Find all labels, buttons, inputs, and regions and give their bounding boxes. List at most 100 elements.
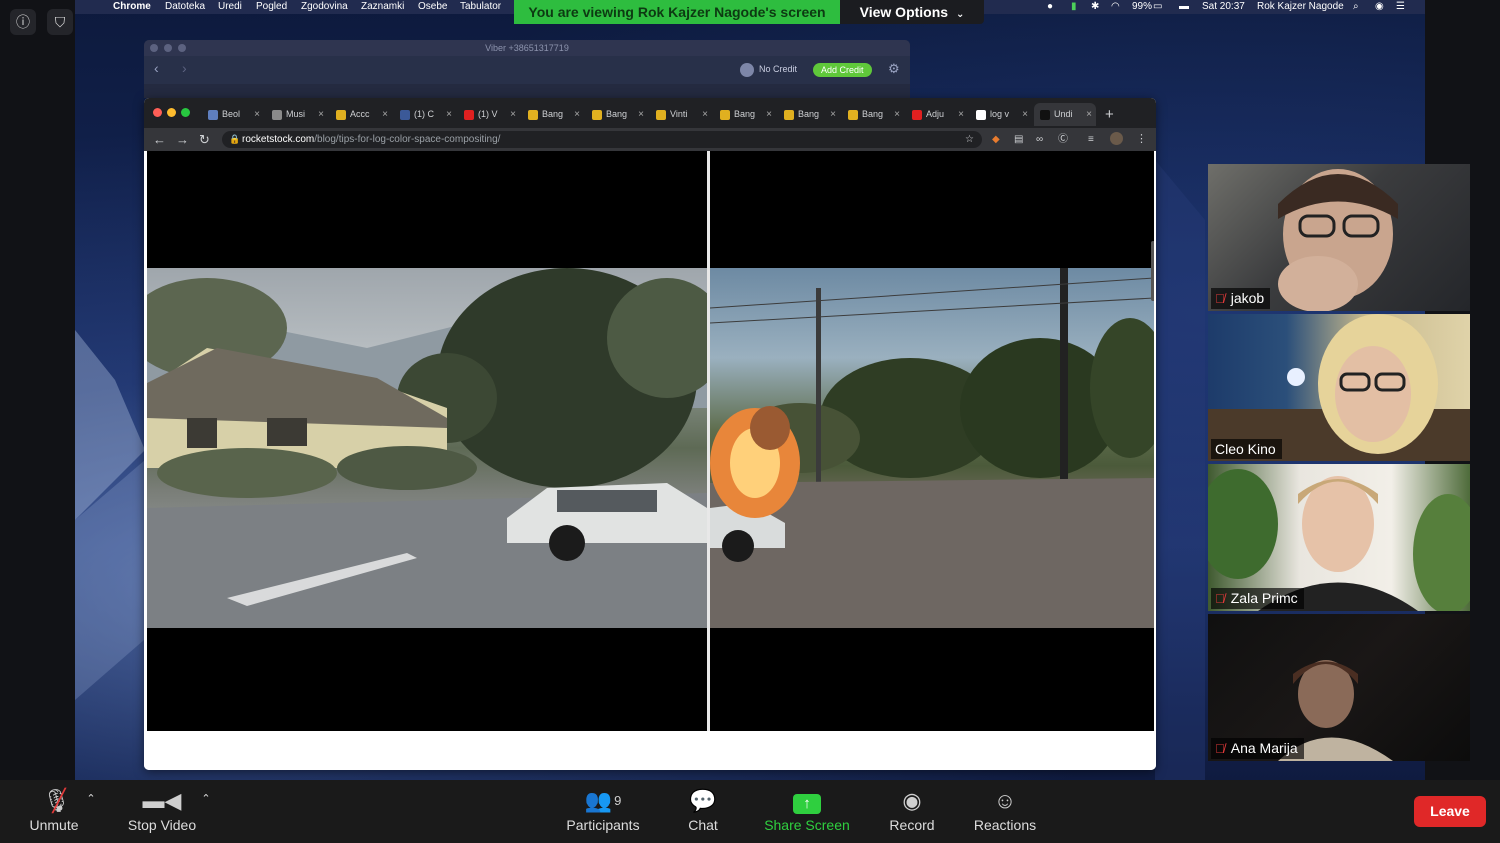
viber-back-icon[interactable]: ‹ <box>154 60 159 76</box>
browser-tab[interactable]: Bang × <box>714 103 776 126</box>
spotlight-search-icon[interactable]: ⌕ <box>1353 0 1359 14</box>
window-zoom-button[interactable] <box>181 108 190 117</box>
browser-tab[interactable]: Musi × <box>266 103 328 126</box>
stop-video-label: Stop Video <box>127 817 197 833</box>
participants-count: 9 <box>614 793 622 808</box>
stop-video-button[interactable]: ▬◀ Stop Video <box>120 786 204 834</box>
tab-close-icon[interactable]: × <box>894 103 900 126</box>
viber-settings-icon[interactable]: ⚙ <box>888 61 900 77</box>
tab-close-icon[interactable]: × <box>254 103 260 126</box>
tab-close-icon[interactable]: × <box>382 103 388 126</box>
bookmark-star-icon[interactable]: ☆ <box>965 131 974 148</box>
browser-tab[interactable]: Beol × <box>202 103 264 126</box>
tab-close-icon[interactable]: × <box>766 103 772 126</box>
notification-center-icon[interactable]: ☰ <box>1396 0 1405 14</box>
security-shield-icon[interactable]: ⛉ <box>47 9 73 35</box>
browser-tab[interactable]: Adju × <box>906 103 968 126</box>
record-button[interactable]: ◉ Record <box>884 786 940 834</box>
participant-name-tag: 🎙̸ jakob <box>1211 288 1271 309</box>
browser-tab[interactable]: Undi × <box>1034 103 1096 126</box>
window-close-button[interactable] <box>153 108 162 117</box>
lock-icon: 🔒 <box>229 134 241 144</box>
tab-close-icon[interactable]: × <box>1022 103 1028 126</box>
tab-label: Bang <box>606 109 628 119</box>
menu-item-bookmarks[interactable]: Zaznamki <box>361 0 404 14</box>
menubar-clock[interactable]: Sat 20:37 <box>1202 0 1245 14</box>
tab-close-icon[interactable]: × <box>318 103 324 126</box>
skype-tray-icon[interactable]: ● <box>1047 0 1053 14</box>
tab-close-icon[interactable]: × <box>702 103 708 126</box>
tab-favicon-icon <box>464 109 474 120</box>
menu-item-edit[interactable]: Uredi <box>218 0 242 14</box>
page-scrollbar[interactable] <box>1151 241 1154 301</box>
siri-icon[interactable]: ◉ <box>1375 0 1384 14</box>
viber-close-button[interactable] <box>150 44 158 52</box>
omnibar: ← → ↻ 🔒 rocketstock.com/blog/tips-for-lo… <box>144 128 1156 151</box>
browser-tab[interactable]: Accc × <box>330 103 392 126</box>
keyboard-flag-icon[interactable]: ▬ <box>1179 0 1189 14</box>
browser-tab[interactable]: Vinti × <box>650 103 712 126</box>
browser-tab[interactable]: Bang × <box>586 103 648 126</box>
leave-button[interactable]: Leave <box>1414 796 1486 827</box>
menubar-user[interactable]: Rok Kajzer Nagode <box>1257 0 1344 14</box>
browser-tab[interactable]: Bang × <box>778 103 840 126</box>
browser-menu-icon[interactable]: ⋮ <box>1136 130 1147 149</box>
chat-label: Chat <box>688 817 718 833</box>
menu-item-tab[interactable]: Tabulator <box>460 0 501 14</box>
back-arrow-icon[interactable]: ← <box>153 130 166 149</box>
viber-zoom-button[interactable] <box>178 44 186 52</box>
tab-close-icon[interactable]: × <box>638 103 644 126</box>
tab-close-icon[interactable]: × <box>958 103 964 126</box>
participant-tile[interactable]: 🎙̸ Ana Marija <box>1208 614 1470 761</box>
audio-options-chevron-icon[interactable]: ⌃ <box>84 792 98 805</box>
tab-close-icon[interactable]: × <box>574 103 580 126</box>
tray-app-icon[interactable]: ▮ <box>1071 0 1077 14</box>
chat-button[interactable]: 💬 Chat <box>682 786 724 834</box>
address-bar[interactable]: 🔒 rocketstock.com/blog/tips-for-log-colo… <box>222 131 982 148</box>
share-screen-button[interactable]: ↑ Share Screen <box>762 786 852 834</box>
bluetooth-icon[interactable]: ✱ <box>1091 0 1099 14</box>
menu-item-history[interactable]: Zgodovina <box>301 0 348 14</box>
media-controls-icon[interactable]: ≡ <box>1088 130 1094 149</box>
viber-minimize-button[interactable] <box>164 44 172 52</box>
browser-tab[interactable]: Bang × <box>842 103 904 126</box>
tab-close-icon[interactable]: × <box>1086 103 1092 126</box>
browser-tab[interactable]: log v × <box>970 103 1032 126</box>
viber-forward-icon[interactable]: › <box>182 60 187 76</box>
menu-item-people[interactable]: Osebe <box>418 0 447 14</box>
viber-add-credit-button[interactable]: Add Credit <box>813 63 872 77</box>
video-options-chevron-icon[interactable]: ⌃ <box>199 792 213 805</box>
participant-tile[interactable]: Cleo Kino <box>1208 314 1470 461</box>
menubar-app-name[interactable]: Chrome <box>113 0 151 14</box>
participant-tile[interactable]: 🎙̸ jakob <box>1208 164 1470 311</box>
reload-icon[interactable]: ↻ <box>199 130 210 149</box>
browser-tab[interactable]: (1) V × <box>458 103 520 126</box>
view-options-button[interactable]: View Options ⌄ <box>840 0 984 24</box>
browser-tab[interactable]: (1) C × <box>394 103 456 126</box>
extension-c-icon[interactable]: Ⓒ <box>1058 130 1068 149</box>
battery-icon[interactable]: ▭ <box>1153 0 1162 14</box>
browser-tab[interactable]: Bang × <box>522 103 584 126</box>
reactions-button[interactable]: ☺ Reactions <box>970 786 1040 834</box>
new-tab-icon[interactable]: + <box>1105 103 1114 126</box>
extension-box-icon[interactable]: ▤ <box>1014 130 1023 149</box>
tab-close-icon[interactable]: × <box>510 103 516 126</box>
tab-close-icon[interactable]: × <box>830 103 836 126</box>
participant-tile[interactable]: 🎙̸ Zala Primc <box>1208 464 1470 611</box>
wifi-icon[interactable]: ◠ <box>1111 0 1120 14</box>
unmute-button[interactable]: 🎙╱ Unmute <box>20 786 88 834</box>
profile-avatar[interactable] <box>1110 132 1123 145</box>
meeting-info-icon[interactable]: ⓘ <box>10 9 36 35</box>
before-comparison-image <box>147 268 707 628</box>
tab-favicon-icon <box>1040 109 1050 120</box>
window-minimize-button[interactable] <box>167 108 176 117</box>
participants-button[interactable]: 👥 9 Participants <box>560 786 646 834</box>
menu-item-view[interactable]: Pogled <box>256 0 287 14</box>
tab-close-icon[interactable]: × <box>446 103 452 126</box>
forward-arrow-icon[interactable]: → <box>176 130 189 149</box>
extension-glasses-icon[interactable]: ∞ <box>1036 130 1043 149</box>
menu-item-file[interactable]: Datoteka <box>165 0 205 14</box>
record-label: Record <box>889 817 935 833</box>
extension-fox-icon[interactable]: ◆ <box>992 130 1000 149</box>
battery-percent: 99% <box>1132 1 1153 12</box>
